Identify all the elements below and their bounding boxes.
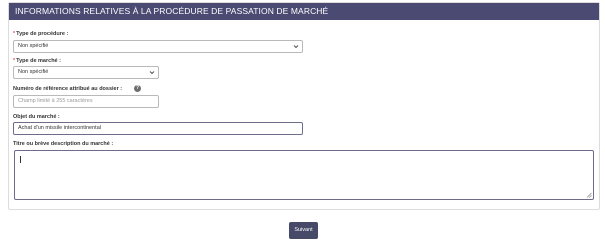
reference-number-input[interactable]: Champ limité à 255 caractères	[13, 95, 159, 108]
reference-number-label: Numéro de référence attribué au dossier …	[13, 86, 123, 92]
market-object-label: Objet du marché :	[13, 114, 60, 120]
procedure-type-value: Non spécifié	[18, 43, 49, 49]
text-caret	[20, 156, 21, 163]
next-button[interactable]: Suivant	[289, 222, 318, 239]
chevron-down-icon	[149, 71, 155, 75]
market-object-value: Achat d'un missile intercontinental	[18, 125, 101, 131]
market-title-label: Titre ou brève description du marché :	[13, 141, 114, 147]
section-title: INFORMATIONS RELATIVES À LA PROCÉDURE DE…	[9, 3, 599, 20]
resize-handle-icon[interactable]	[586, 192, 592, 198]
chevron-down-icon	[293, 45, 299, 49]
procedure-type-select[interactable]: Non spécifié	[13, 40, 303, 53]
procedure-info-panel: INFORMATIONS RELATIVES À LA PROCÉDURE DE…	[8, 2, 600, 210]
market-type-label: *Type de marché :	[13, 58, 61, 64]
procedure-type-label: *Type de procédure :	[13, 31, 69, 37]
required-mark: *	[13, 31, 16, 37]
market-type-value: Non spécifié	[18, 69, 49, 75]
required-mark: *	[13, 58, 16, 64]
market-object-input[interactable]: Achat d'un missile intercontinental	[13, 122, 303, 135]
market-title-textarea[interactable]	[14, 150, 594, 200]
reference-number-placeholder: Champ limité à 255 caractères	[18, 98, 93, 104]
market-type-select[interactable]: Non spécifié	[13, 66, 159, 79]
question-circle-icon[interactable]: ?	[134, 85, 141, 92]
